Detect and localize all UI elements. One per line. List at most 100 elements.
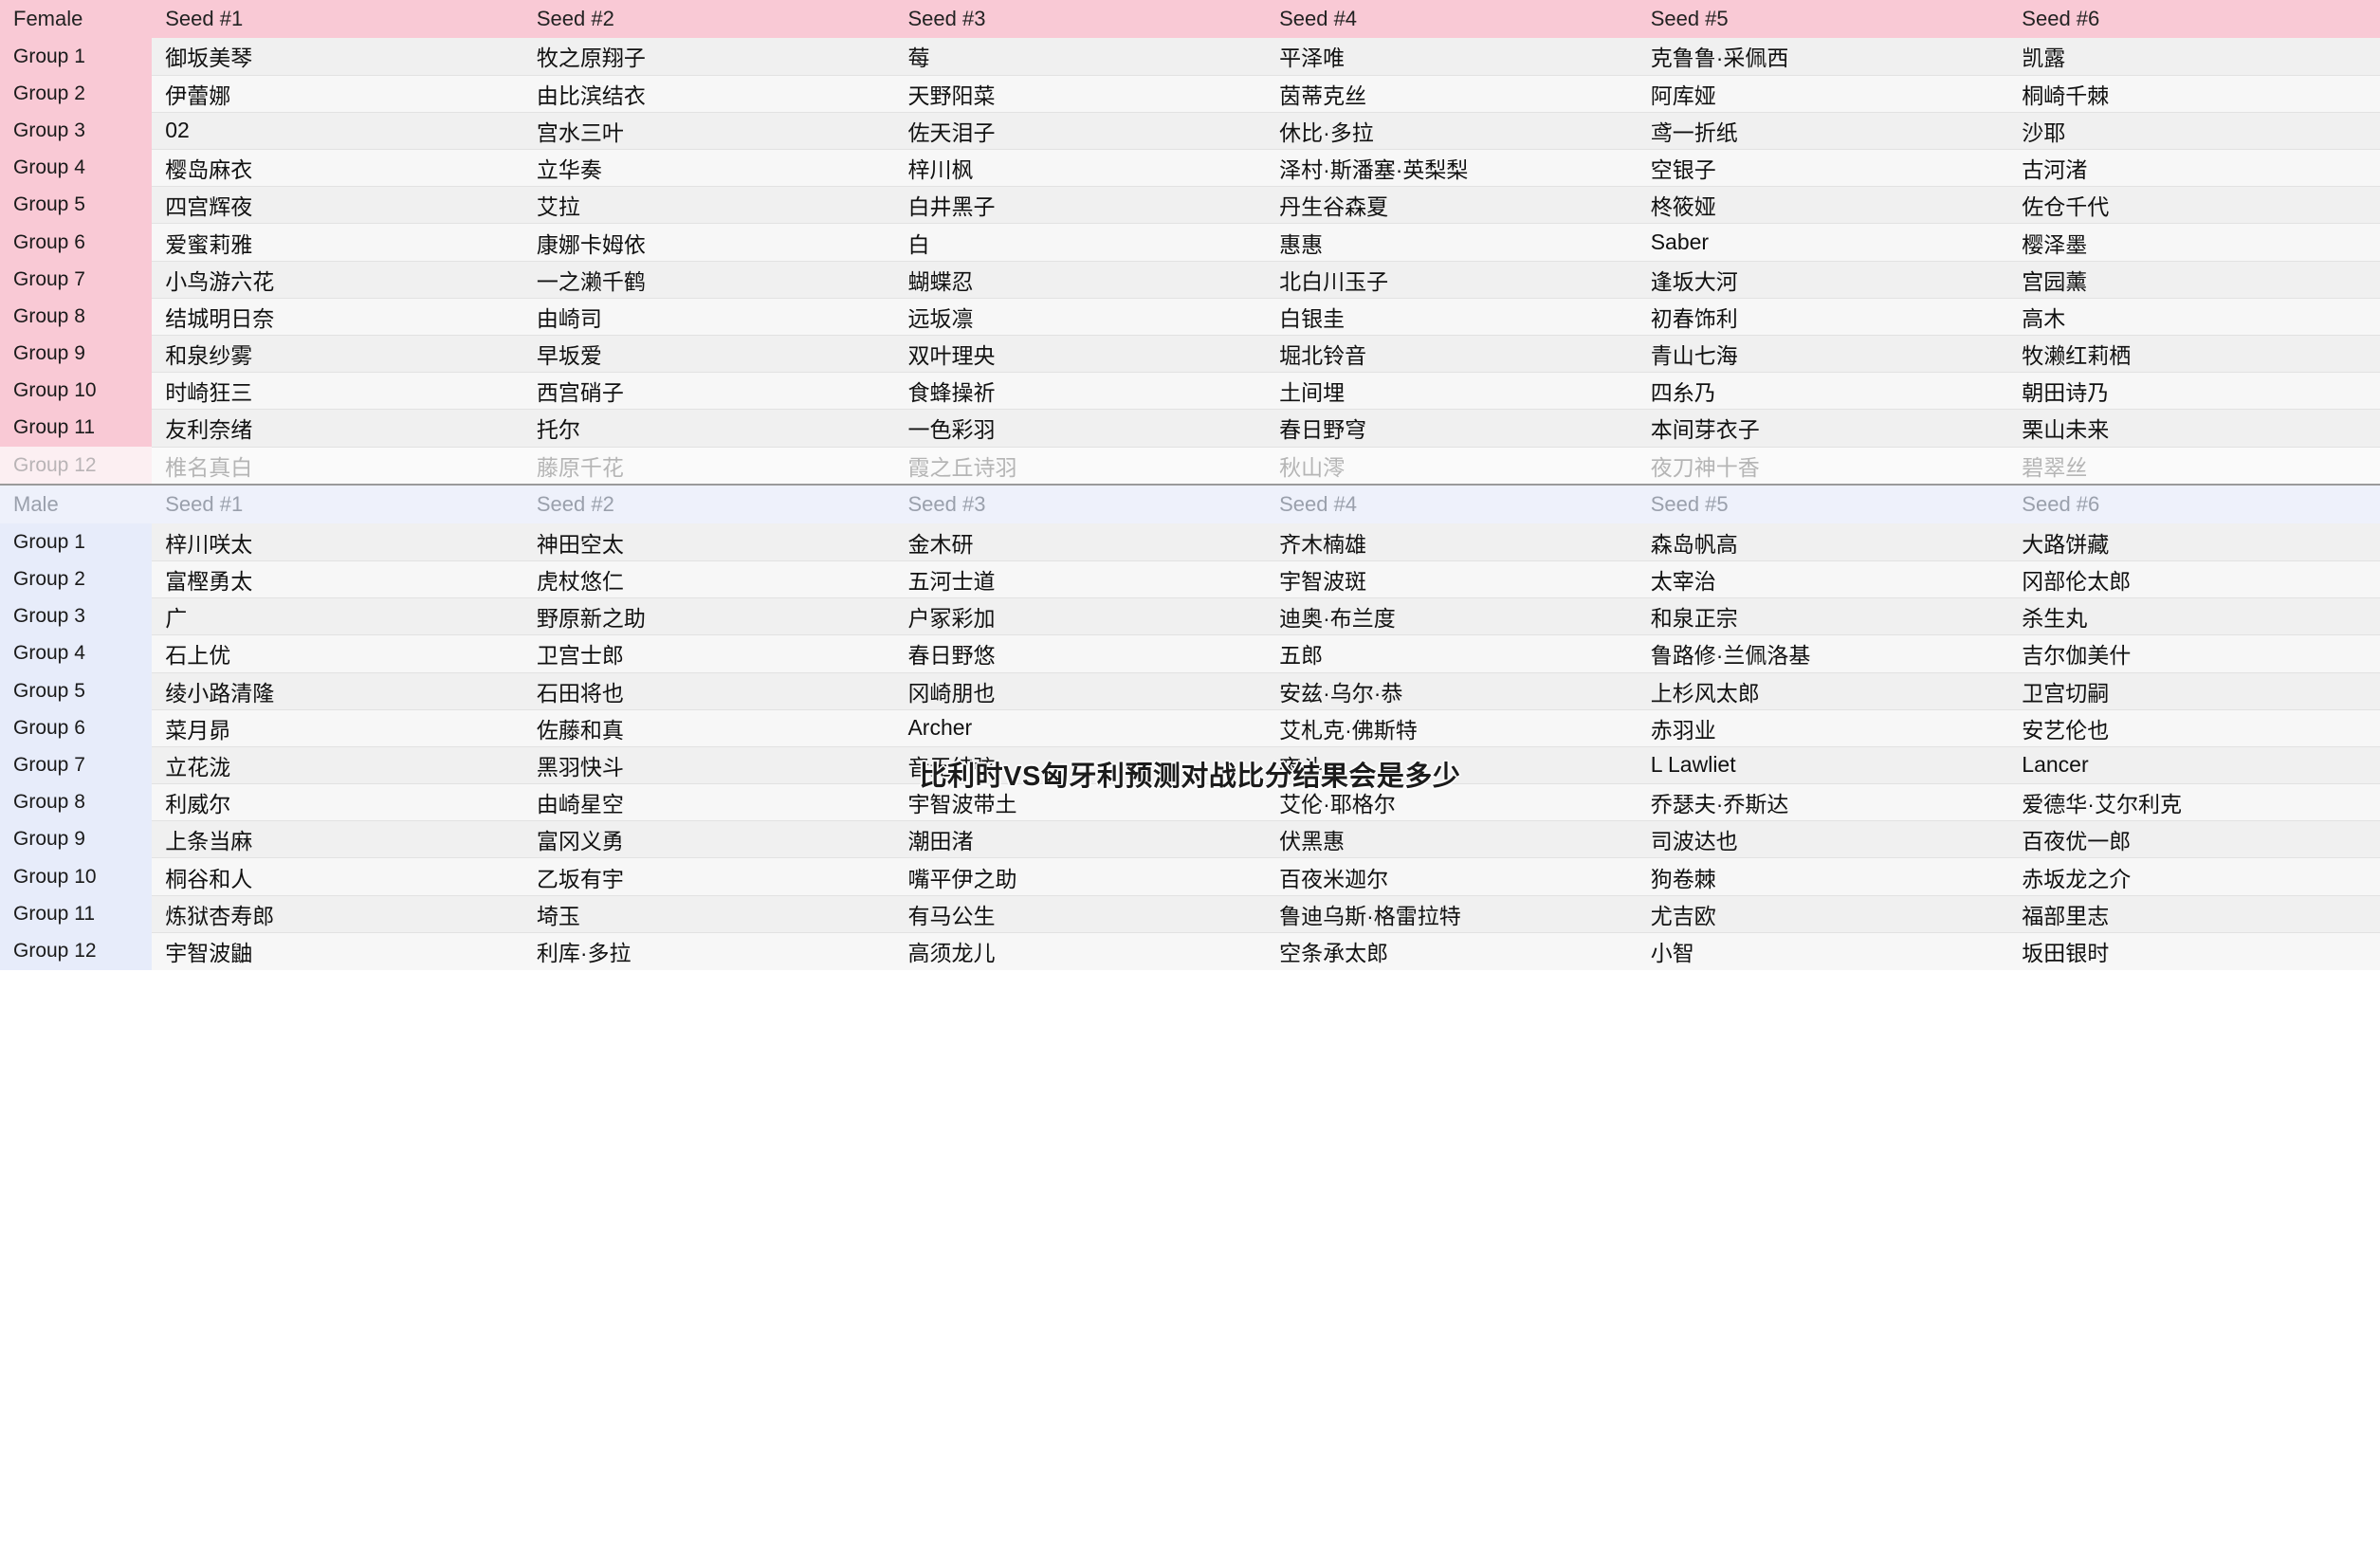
male-seed-cell: 赤坂龙之介 [2008, 857, 2380, 896]
female-header-seed-2: Seed #2 [522, 0, 895, 38]
male-seed-cell: 五郎 [1266, 634, 1638, 672]
male-seed-cell: Archer [894, 708, 1267, 747]
male-seed-cell: 夜斗 [1266, 745, 1638, 784]
male-seed-cell: 大路饼藏 [2008, 523, 2380, 561]
male-header-seed-3: Seed #3 [894, 486, 1267, 524]
female-seed-cell: 北白川玉子 [1266, 260, 1638, 299]
female-seed-cell: 食蜂操祈 [894, 372, 1267, 410]
male-seed-cell: 利威尔 [152, 783, 523, 821]
female-seed-cell: 逢坂大河 [1637, 260, 2009, 299]
female-seed-cell: 天野阳菜 [894, 74, 1267, 113]
table-row: Group 4 樱岛麻衣 立华奏 梓川枫 泽村·斯潘塞·英梨梨 空银子 古河渚 [0, 149, 2380, 187]
female-seed-cell: 惠惠 [1266, 223, 1638, 262]
female-seed-cell: 高木 [2008, 297, 2380, 336]
male-seed-cell: 佐藤和真 [522, 708, 895, 747]
female-seed-cell: 青山七海 [1637, 334, 2009, 373]
female-seed-cell: 一色彩羽 [894, 409, 1267, 448]
female-seed-cell: 沙耶 [2008, 111, 2380, 150]
male-seed-cell: 百夜优一郎 [2008, 820, 2380, 858]
female-seed-cell: 爱蜜莉雅 [152, 223, 523, 262]
male-seed-cell: 福部里志 [2008, 894, 2380, 933]
male-seed-cell: 安兹·乌尔·恭 [1266, 671, 1638, 710]
female-seed-cell: 白 [894, 223, 1267, 262]
male-seed-cell: 石田将也 [522, 671, 895, 710]
female-seed-cell: 夜刀神十香 [1637, 446, 2009, 485]
male-seed-cell: 太宰治 [1637, 560, 2009, 598]
table-row: Group 12 椎名真白 藤原千花 霞之丘诗羽 秋山澪 夜刀神十香 碧翠丝 [0, 446, 2380, 485]
female-group-label: Group 7 [0, 261, 153, 299]
male-seed-cell: 有马公生 [894, 894, 1267, 933]
female-seed-cell: 藤原千花 [522, 446, 895, 485]
female-seed-cell: 结城明日奈 [152, 297, 523, 336]
female-seed-cell: 由比滨结衣 [522, 74, 895, 113]
table-row: Group 9 上条当麻 富冈义勇 潮田渚 伏黑惠 司波达也 百夜优一郎 [0, 820, 2380, 858]
female-seed-cell: 丹生谷森夏 [1266, 186, 1638, 224]
male-seed-cell: 迪奥·布兰度 [1266, 597, 1638, 635]
table-row: Group 1 御坂美琴 牧之原翔子莓平泽唯 克鲁鲁·采佩西 凯露 [0, 38, 2380, 76]
female-group-label: Group 1 [0, 38, 153, 76]
female-seed-cell: 伊蕾娜 [152, 74, 523, 113]
male-seed-cell: 尤吉欧 [1637, 894, 2009, 933]
male-seed-cell: 司波达也 [1637, 820, 2009, 858]
female-seed-cell: 02 [152, 111, 523, 150]
male-seed-cell: 富冈义勇 [522, 820, 895, 858]
table-row: Group 2 伊蕾娜 由比滨结衣 天野阳菜 茵蒂克丝 阿库娅 桐崎千棘 [0, 74, 2380, 113]
table-row: Group 4 石上优 卫宫士郎 春日野悠 五郎 鲁路修·兰佩洛基 吉尔伽美什 [0, 634, 2380, 672]
female-group-label: Group 6 [0, 223, 153, 262]
female-seed-cell: 碧翠丝 [2008, 446, 2380, 485]
female-seed-cell: 立华奏 [522, 149, 895, 187]
female-seed-cell: 栗山未来 [2008, 409, 2380, 448]
female-group-label: Group 2 [0, 75, 153, 113]
male-seed-cell: 梓川咲太 [152, 523, 523, 561]
male-seed-cell: 嘴平伊之助 [894, 857, 1267, 896]
female-group-label: Group 3 [0, 112, 153, 150]
male-seed-cell: 乙坂有宇 [522, 857, 895, 896]
male-seed-table: Male Seed #1 Seed #2 Seed #3 Seed #4 See… [0, 486, 2380, 970]
male-seed-cell: 埼玉 [522, 894, 895, 933]
table-row: Group 3 02 宫水三叶 佐天泪子 休比·多拉 鸢一折纸 沙耶 [0, 111, 2380, 150]
female-seed-cell: 梓川枫 [894, 149, 1267, 187]
male-seed-cell: 上条当麻 [152, 820, 523, 858]
female-group-label: Group 11 [0, 409, 153, 448]
male-group-label: Group 1 [0, 523, 153, 561]
female-seed-cell: 远坂凛 [894, 297, 1267, 336]
female-group-label: Group 4 [0, 149, 153, 187]
female-seed-cell: 牧之原翔子 [522, 38, 895, 76]
female-seed-cell: 康娜卡姆依 [522, 223, 895, 262]
female-seed-cell: 艾拉 [522, 186, 895, 224]
female-seed-cell: 鸢一折纸 [1637, 111, 2009, 150]
male-seed-cell: 高须龙儿 [894, 931, 1267, 970]
female-seed-cell: 土间埋 [1266, 372, 1638, 410]
male-header-seed-1: Seed #1 [152, 486, 523, 524]
female-seed-cell: 双叶理央 [894, 334, 1267, 373]
male-seed-cell: Lancer [2008, 745, 2380, 784]
table-row: Group 9 和泉纱雾 早坂爱 双叶理央 堀北铃音 青山七海 牧濑红莉栖 [0, 334, 2380, 373]
female-seed-cell: 四糸乃 [1637, 372, 2009, 410]
male-seed-cell: 立花泷 [152, 745, 523, 784]
female-group-label: Group 12 [0, 447, 153, 485]
male-corner-label: Male [0, 486, 153, 524]
table-row: Group 3 广野原新之助 户冢彩加 迪奥·布兰度 和泉正宗 杀生丸 [0, 597, 2380, 635]
male-group-label: Group 4 [0, 634, 153, 672]
female-seed-cell: 友利奈绪 [152, 409, 523, 448]
male-table-body: Group 1 梓川咲太 神田空太 金木研 齐木楠雄 森岛帆高 大路饼藏 Group 2 富樫勇… [0, 523, 2380, 970]
female-seed-table: Female Seed #1 Seed #2 Seed #3 Seed #4 S… [0, 0, 2380, 485]
female-seed-cell: 牧濑红莉栖 [2008, 334, 2380, 373]
male-seed-cell: 潮田渚 [894, 820, 1267, 858]
male-seed-cell: 坂田银时 [2008, 931, 2380, 970]
male-seed-cell: L Lawliet [1637, 745, 2009, 784]
male-seed-cell: 上杉风太郎 [1637, 671, 2009, 710]
female-header-seed-4: Seed #4 [1266, 0, 1638, 38]
female-header-seed-3: Seed #3 [894, 0, 1267, 38]
table-row: Group 7 小鸟游六花 一之濑千鹤 蝴蝶忍 北白川玉子 逢坂大河 宫园薰 [0, 260, 2380, 299]
male-group-label: Group 11 [0, 895, 153, 933]
male-header-seed-2: Seed #2 [522, 486, 895, 524]
male-seed-cell: 鲁路修·兰佩洛基 [1637, 634, 2009, 672]
female-seed-cell: 樱岛麻衣 [152, 149, 523, 187]
male-seed-cell: 户冢彩加 [894, 597, 1267, 635]
female-seed-cell: 凯露 [2008, 38, 2380, 76]
female-seed-cell: 柊筱娅 [1637, 186, 2009, 224]
female-seed-cell: 佐仓千代 [2008, 186, 2380, 224]
female-seed-cell: 托尔 [522, 409, 895, 448]
female-header-seed-6: Seed #6 [2008, 0, 2380, 38]
